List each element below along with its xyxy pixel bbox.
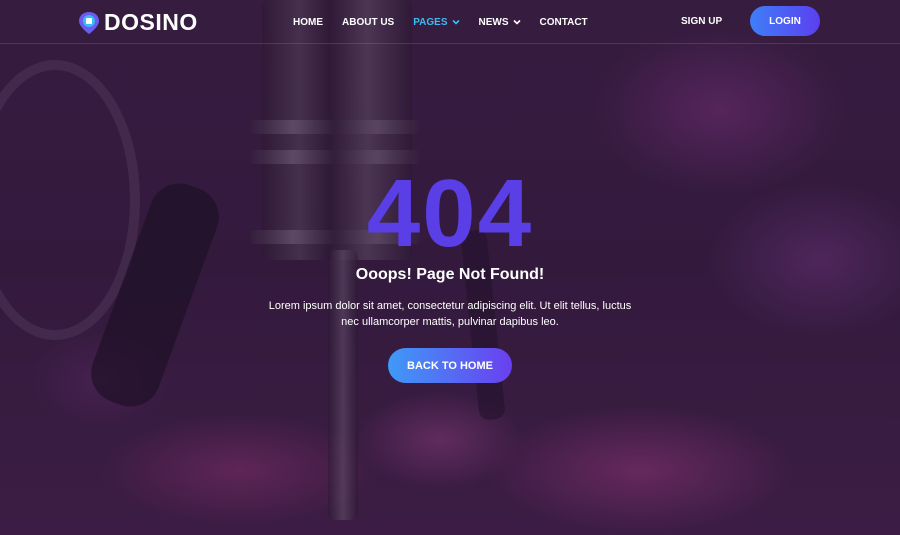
error-headline: Ooops! Page Not Found! [355, 266, 545, 283]
back-to-home-button[interactable]: BACK TO HOME [388, 348, 512, 383]
error-description: Lorem ipsum dolor sit amet, consectetur … [268, 300, 632, 328]
error-section: 404 Ooops! Page Not Found! Lorem ipsum d… [0, 0, 900, 535]
error-code: 404 [366, 160, 534, 267]
